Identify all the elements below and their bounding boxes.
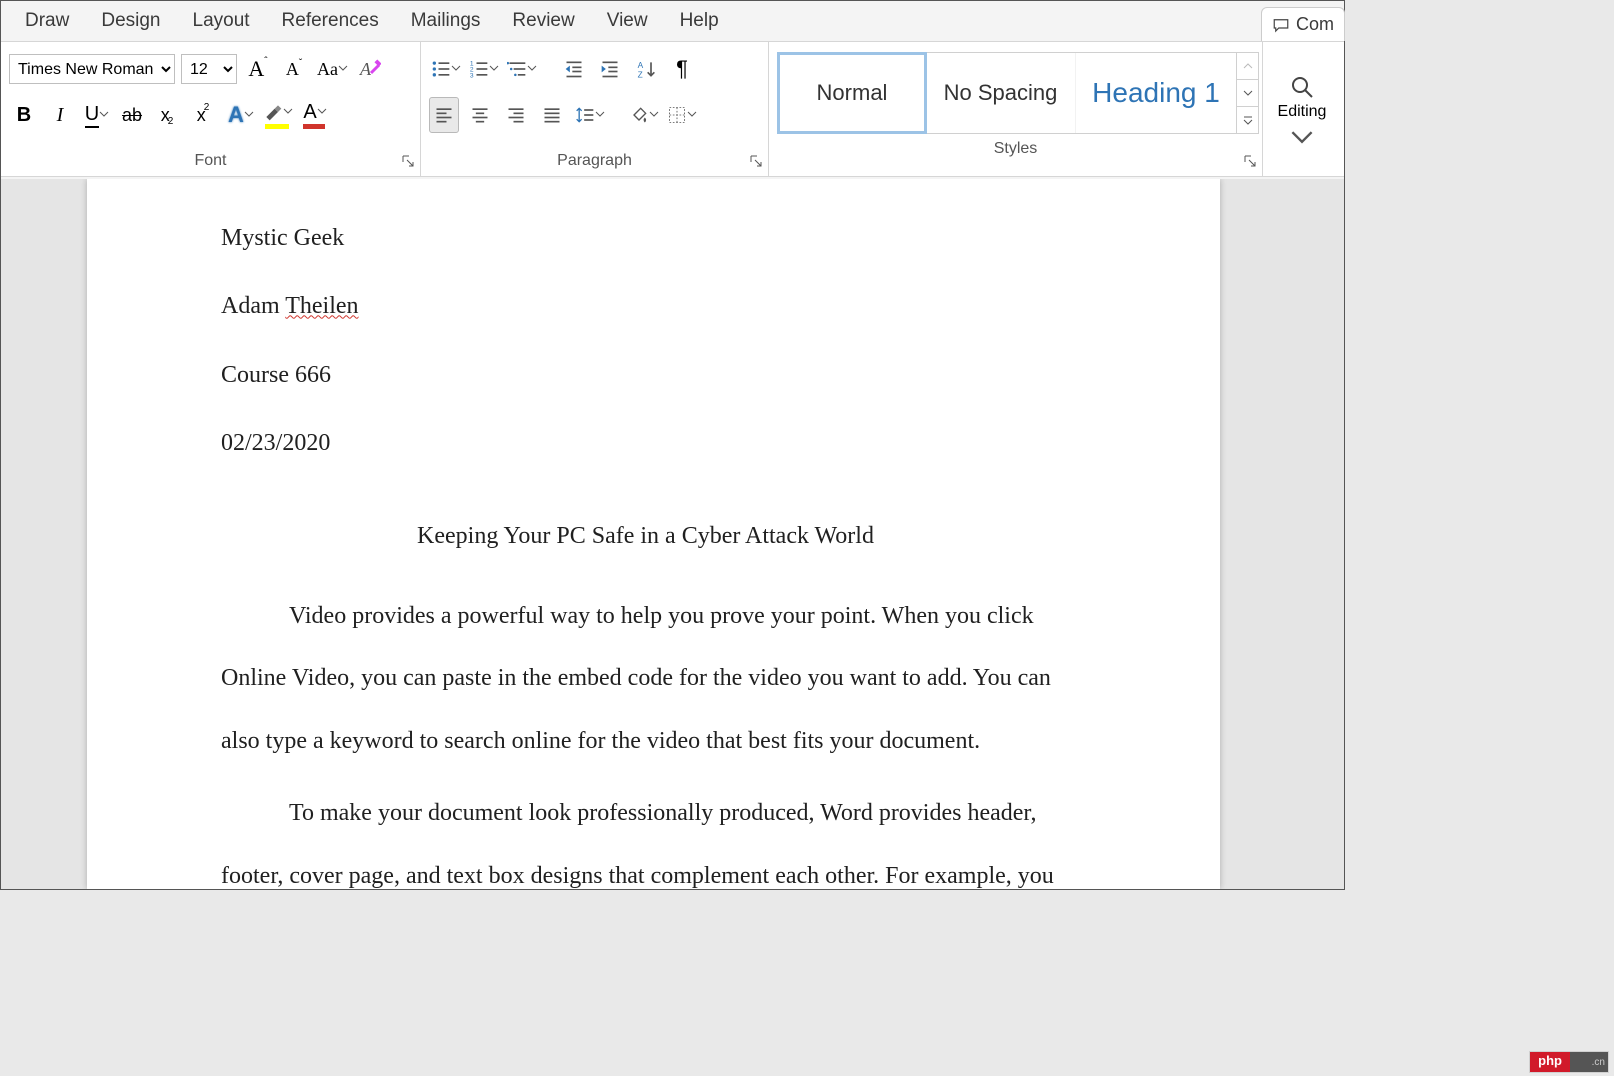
- svg-text:A: A: [359, 59, 372, 79]
- svg-text:Z: Z: [638, 69, 643, 79]
- comment-icon: [1272, 16, 1290, 34]
- align-left-icon: [434, 105, 454, 125]
- borders-icon: [667, 105, 687, 125]
- doc-author[interactable]: Mystic Geek: [221, 207, 1070, 269]
- font-name-select[interactable]: Times New Roman: [9, 54, 175, 84]
- font-color-button[interactable]: A: [299, 97, 329, 133]
- font-size-select[interactable]: 12: [181, 54, 237, 84]
- comments-button[interactable]: Com: [1261, 7, 1345, 41]
- style-heading-1[interactable]: Heading 1: [1076, 53, 1236, 133]
- ribbon-group-font: Times New Roman 12 Aˆ Aˇ Aa: [1, 42, 421, 176]
- paint-bucket-icon: [629, 105, 649, 125]
- justify-button[interactable]: [537, 97, 567, 133]
- subscript-button[interactable]: x2: [153, 97, 183, 133]
- align-right-icon: [506, 105, 526, 125]
- search-icon: [1290, 75, 1314, 99]
- italic-button[interactable]: I: [45, 97, 75, 133]
- decrease-font-size-button[interactable]: Aˇ: [279, 51, 309, 87]
- watermark-left: php: [1530, 1052, 1570, 1072]
- highlighter-icon: [263, 102, 283, 122]
- bullet-list-icon: [431, 59, 451, 79]
- style-no-spacing[interactable]: No Spacing: [926, 53, 1076, 133]
- show-paragraph-marks-button[interactable]: ¶: [667, 51, 697, 87]
- eraser-icon: A: [357, 57, 381, 81]
- ribbon-group-font-label: Font: [9, 146, 412, 176]
- doc-paragraph-1[interactable]: Video provides a powerful way to help yo…: [221, 585, 1070, 772]
- strikethrough-button[interactable]: ab: [117, 97, 147, 133]
- tab-help[interactable]: Help: [664, 1, 735, 41]
- ribbon: Times New Roman 12 Aˆ Aˇ Aa: [1, 41, 1344, 177]
- highlight-color-button[interactable]: [261, 97, 293, 133]
- align-center-icon: [470, 105, 490, 125]
- tab-layout[interactable]: Layout: [177, 1, 266, 41]
- ribbon-group-paragraph-label: Paragraph: [429, 146, 760, 176]
- numbering-button[interactable]: 123: [467, 51, 499, 87]
- multilevel-list-button[interactable]: [505, 51, 537, 87]
- ribbon-group-styles-label: Styles: [777, 134, 1254, 164]
- ribbon-group-styles: Normal No Spacing Heading 1: [769, 42, 1263, 176]
- increase-indent-button[interactable]: [595, 51, 625, 87]
- align-right-button[interactable]: [501, 97, 531, 133]
- text-effects-button[interactable]: A: [225, 97, 255, 133]
- styles-dialog-launcher[interactable]: [1244, 154, 1260, 170]
- bold-button[interactable]: B: [9, 97, 39, 133]
- font-dialog-launcher[interactable]: [402, 154, 418, 170]
- doc-course[interactable]: Course 666: [221, 344, 1070, 406]
- watermark: php .cn: [1530, 1052, 1608, 1072]
- sort-button[interactable]: AZ: [631, 51, 661, 87]
- doc-paragraph-2[interactable]: To make your document look professionall…: [221, 782, 1070, 889]
- doc-date[interactable]: 02/23/2020: [221, 412, 1070, 474]
- ribbon-group-editing: Editing: [1263, 42, 1341, 176]
- tab-draw[interactable]: Draw: [9, 1, 85, 41]
- multilevel-list-icon: [507, 59, 527, 79]
- shading-button[interactable]: [627, 97, 659, 133]
- justify-icon: [542, 105, 562, 125]
- watermark-right: .cn: [1570, 1052, 1608, 1072]
- document-header-block: Mystic Geek Adam Theilen Course 666 02/2…: [221, 207, 1070, 475]
- document-page[interactable]: Mystic Geek Adam Theilen Course 666 02/2…: [87, 179, 1220, 889]
- numbered-list-icon: 123: [469, 59, 489, 79]
- superscript-button[interactable]: x2: [189, 97, 219, 133]
- tab-review[interactable]: Review: [496, 1, 590, 41]
- sort-icon: AZ: [636, 59, 656, 79]
- svg-text:3: 3: [470, 72, 474, 79]
- tab-design[interactable]: Design: [85, 1, 176, 41]
- clear-formatting-button[interactable]: A: [354, 51, 384, 87]
- indent-icon: [600, 59, 620, 79]
- style-scroll-down[interactable]: [1237, 79, 1258, 106]
- tab-view[interactable]: View: [591, 1, 664, 41]
- tab-references[interactable]: References: [266, 1, 395, 41]
- comments-label: Com: [1296, 14, 1334, 35]
- doc-instructor[interactable]: Adam Theilen: [221, 275, 1070, 337]
- find-button[interactable]: Editing: [1276, 75, 1329, 149]
- outdent-icon: [564, 59, 584, 79]
- style-gallery-scroll: [1236, 53, 1258, 133]
- style-normal[interactable]: Normal: [777, 52, 927, 134]
- document-canvas[interactable]: Mystic Geek Adam Theilen Course 666 02/2…: [1, 179, 1344, 889]
- decrease-indent-button[interactable]: [559, 51, 589, 87]
- spellcheck-squiggle: Theilen: [285, 293, 358, 319]
- line-spacing-icon: [575, 105, 595, 125]
- app-window: Draw Design Layout References Mailings R…: [0, 0, 1345, 890]
- ribbon-tabstrip: Draw Design Layout References Mailings R…: [1, 1, 1344, 41]
- tab-mailings[interactable]: Mailings: [395, 1, 497, 41]
- align-left-button[interactable]: [429, 97, 459, 133]
- doc-title[interactable]: Keeping Your PC Safe in a Cyber Attack W…: [221, 505, 1070, 567]
- underline-button[interactable]: U: [81, 97, 111, 133]
- editing-label: Editing: [1278, 103, 1327, 121]
- style-gallery: Normal No Spacing Heading 1: [777, 52, 1259, 134]
- borders-button[interactable]: [665, 97, 697, 133]
- style-gallery-expand[interactable]: [1237, 106, 1258, 133]
- line-spacing-button[interactable]: [573, 97, 605, 133]
- bullets-button[interactable]: [429, 51, 461, 87]
- increase-font-size-button[interactable]: Aˆ: [243, 51, 273, 87]
- style-scroll-up[interactable]: [1237, 53, 1258, 79]
- paragraph-dialog-launcher[interactable]: [750, 154, 766, 170]
- ribbon-group-paragraph: 123 AZ: [421, 42, 769, 176]
- align-center-button[interactable]: [465, 97, 495, 133]
- chevron-down-icon: [1290, 125, 1314, 149]
- change-case-button[interactable]: Aa: [315, 51, 348, 87]
